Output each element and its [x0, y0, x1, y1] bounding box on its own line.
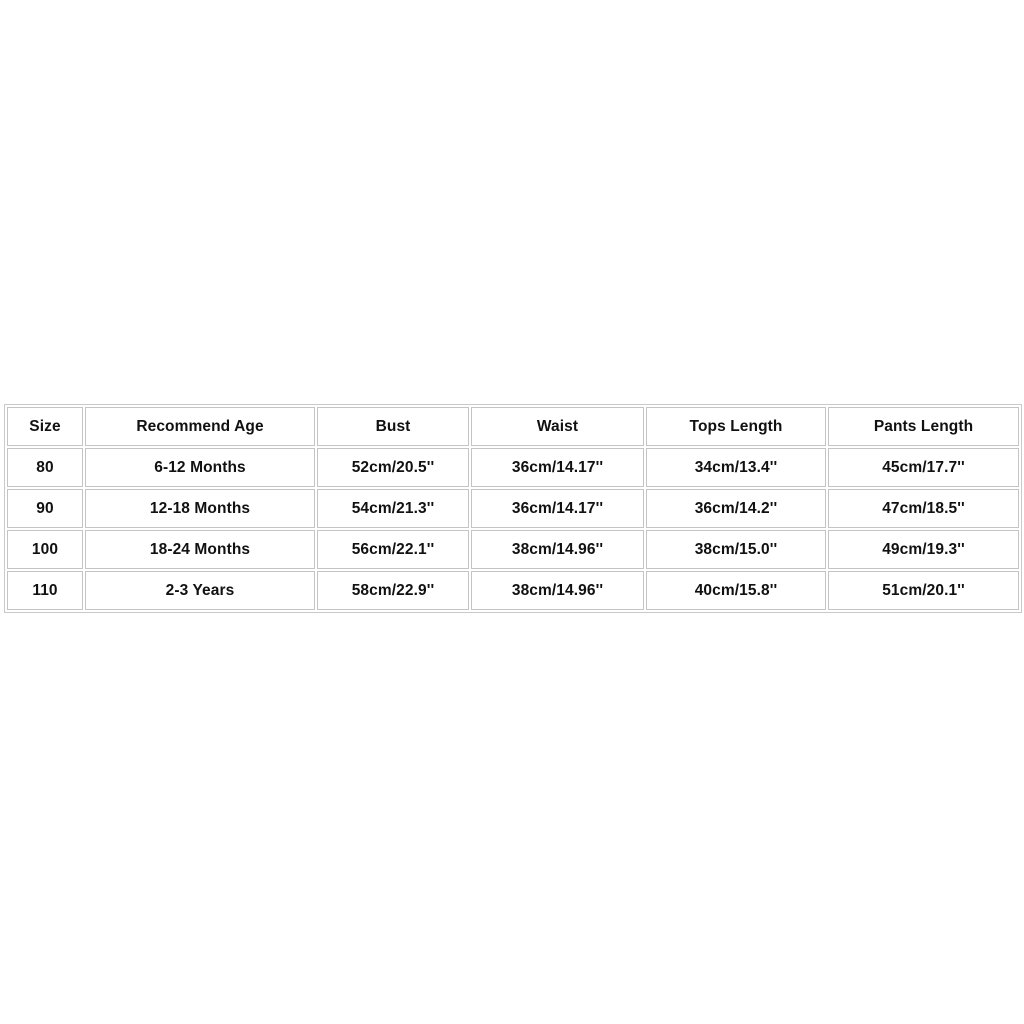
size-chart-container: Size Recommend Age Bust Waist Tops Lengt…: [4, 404, 1022, 613]
cell-tops-length: 34cm/13.4'': [646, 448, 826, 487]
cell-size: 90: [7, 489, 83, 528]
cell-bust: 58cm/22.9'': [317, 571, 469, 610]
cell-bust: 52cm/20.5'': [317, 448, 469, 487]
cell-pants-length: 49cm/19.3'': [828, 530, 1019, 569]
table-header: Size Recommend Age Bust Waist Tops Lengt…: [7, 407, 1019, 446]
cell-size: 110: [7, 571, 83, 610]
table-row: 80 6-12 Months 52cm/20.5'' 36cm/14.17'' …: [7, 448, 1019, 487]
cell-waist: 38cm/14.96'': [471, 530, 644, 569]
cell-tops-length: 36cm/14.2'': [646, 489, 826, 528]
cell-tops-length: 40cm/15.8'': [646, 571, 826, 610]
column-header-size: Size: [7, 407, 83, 446]
table-row: 110 2-3 Years 58cm/22.9'' 38cm/14.96'' 4…: [7, 571, 1019, 610]
cell-waist: 38cm/14.96'': [471, 571, 644, 610]
cell-recommend-age: 6-12 Months: [85, 448, 315, 487]
cell-size: 80: [7, 448, 83, 487]
cell-bust: 54cm/21.3'': [317, 489, 469, 528]
cell-pants-length: 47cm/18.5'': [828, 489, 1019, 528]
cell-waist: 36cm/14.17'': [471, 448, 644, 487]
cell-pants-length: 51cm/20.1'': [828, 571, 1019, 610]
cell-waist: 36cm/14.17'': [471, 489, 644, 528]
size-chart-table: Size Recommend Age Bust Waist Tops Lengt…: [4, 404, 1022, 613]
column-header-tops-length: Tops Length: [646, 407, 826, 446]
cell-tops-length: 38cm/15.0'': [646, 530, 826, 569]
cell-pants-length: 45cm/17.7'': [828, 448, 1019, 487]
table-body: 80 6-12 Months 52cm/20.5'' 36cm/14.17'' …: [7, 448, 1019, 610]
table-header-row: Size Recommend Age Bust Waist Tops Lengt…: [7, 407, 1019, 446]
table-row: 100 18-24 Months 56cm/22.1'' 38cm/14.96'…: [7, 530, 1019, 569]
column-header-recommend-age: Recommend Age: [85, 407, 315, 446]
cell-recommend-age: 2-3 Years: [85, 571, 315, 610]
cell-bust: 56cm/22.1'': [317, 530, 469, 569]
column-header-bust: Bust: [317, 407, 469, 446]
column-header-pants-length: Pants Length: [828, 407, 1019, 446]
table-row: 90 12-18 Months 54cm/21.3'' 36cm/14.17''…: [7, 489, 1019, 528]
cell-recommend-age: 12-18 Months: [85, 489, 315, 528]
column-header-waist: Waist: [471, 407, 644, 446]
cell-recommend-age: 18-24 Months: [85, 530, 315, 569]
cell-size: 100: [7, 530, 83, 569]
